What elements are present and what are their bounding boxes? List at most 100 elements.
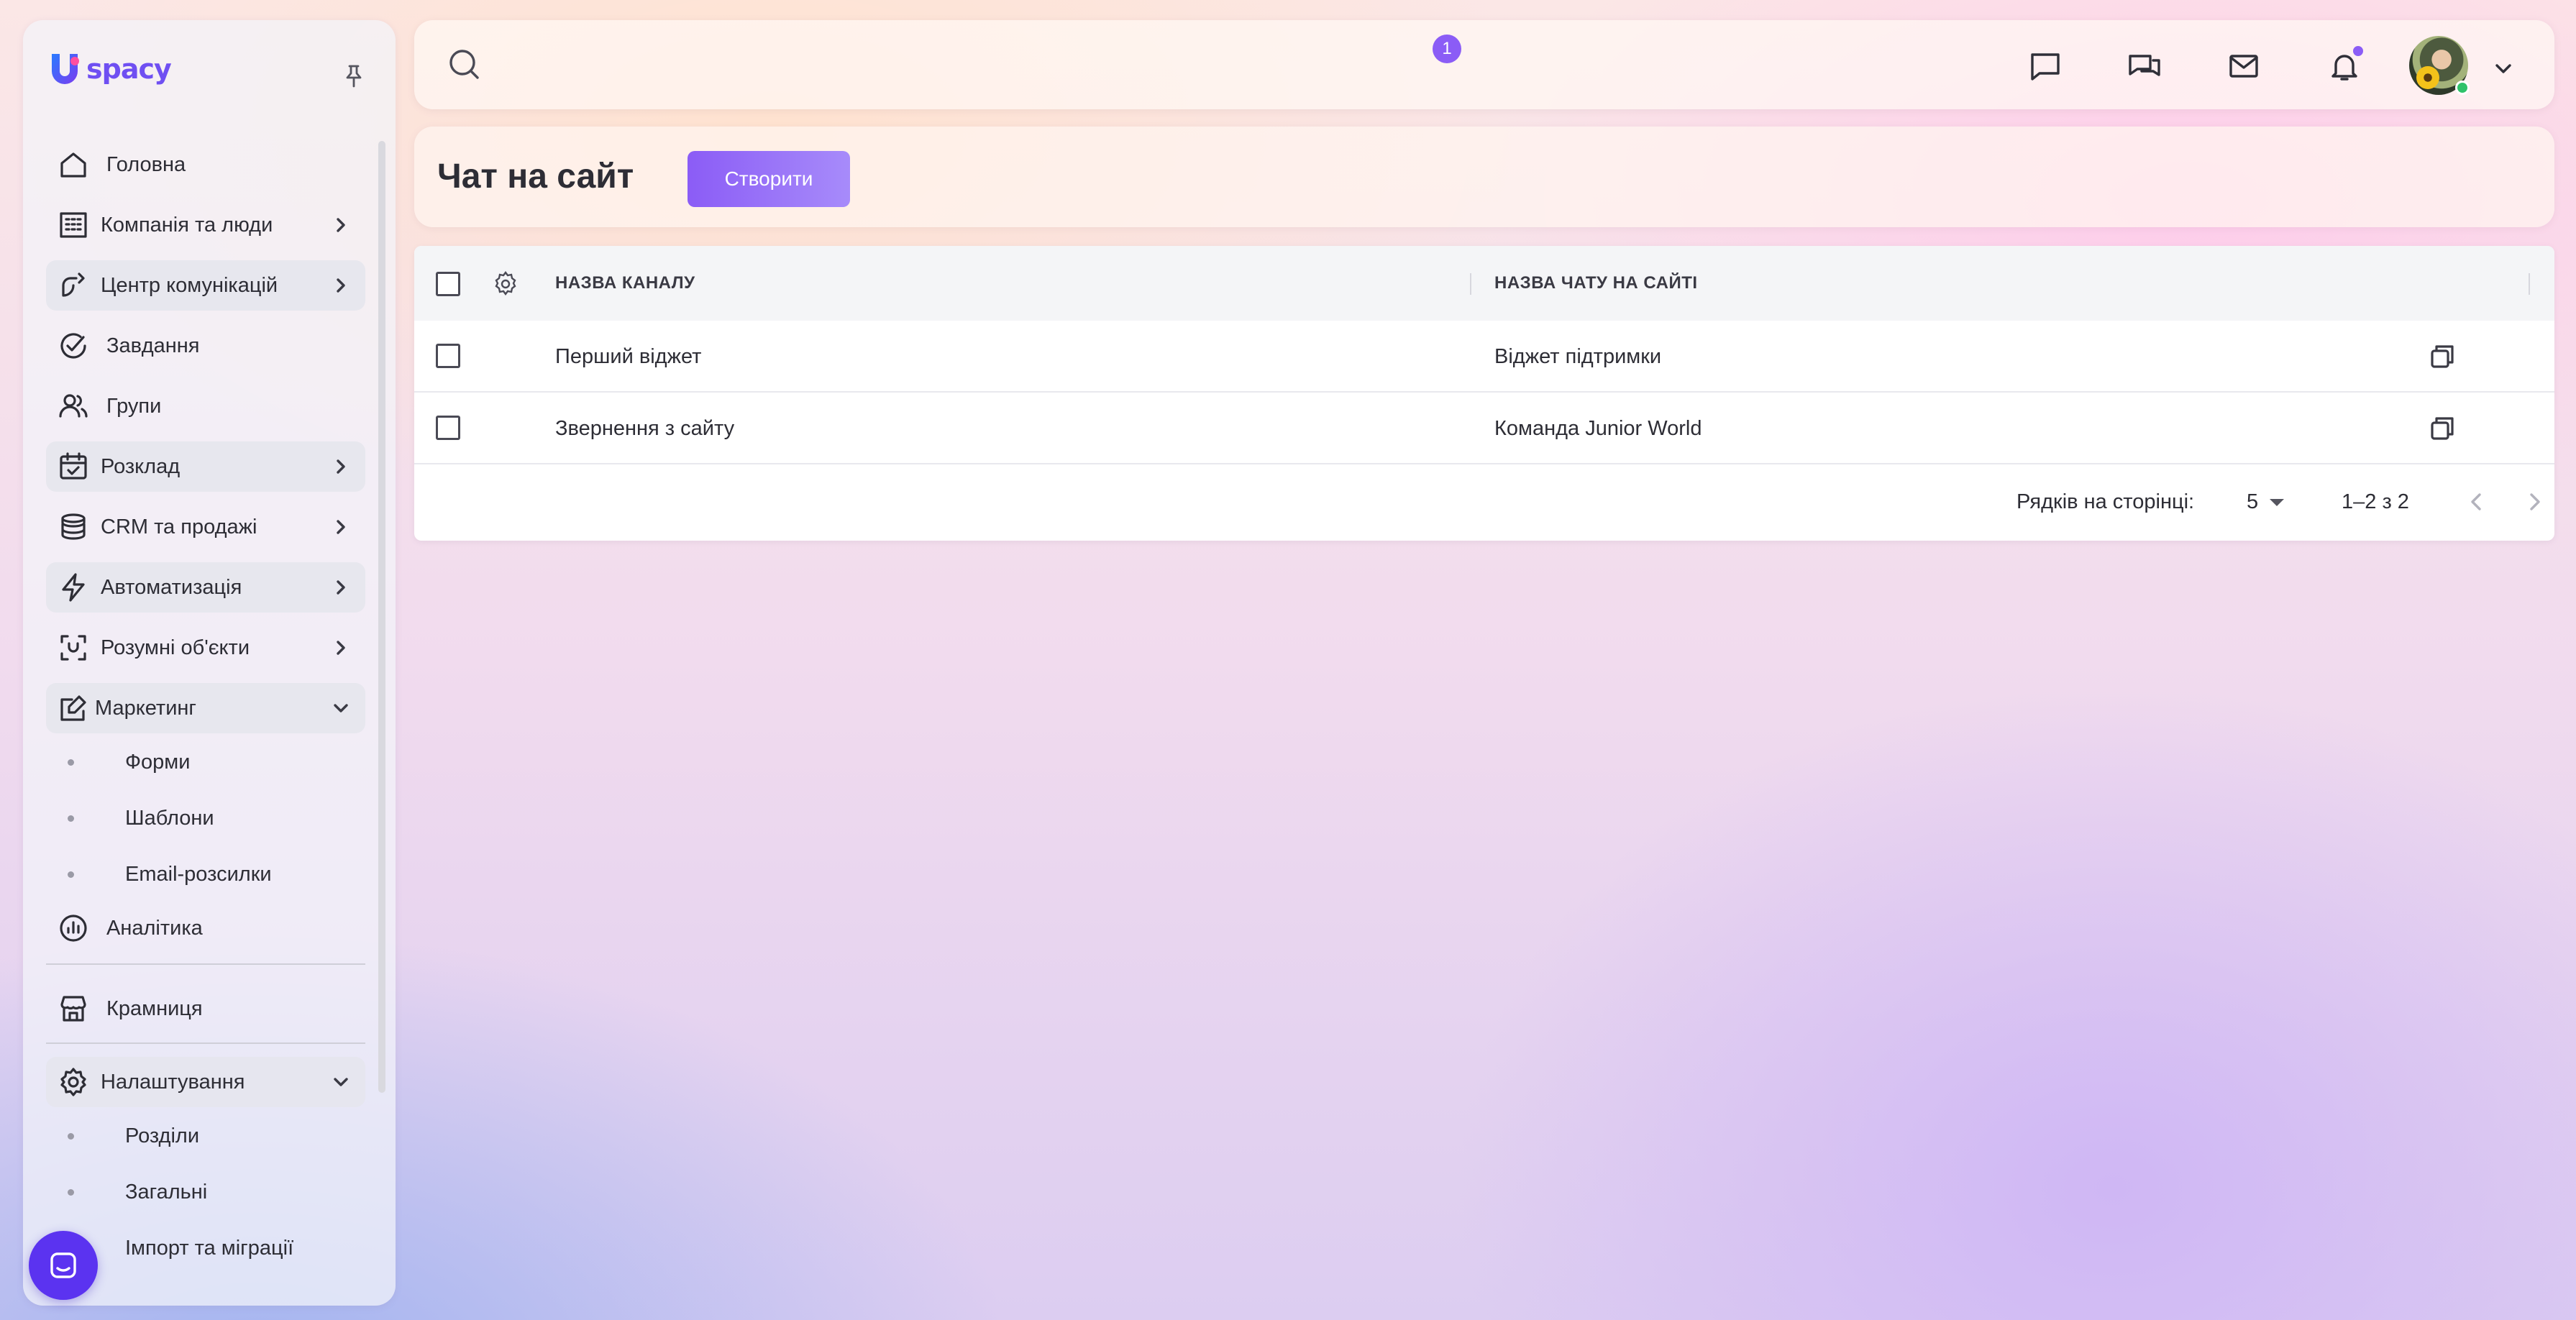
sidebar-item-label: Розклад	[101, 454, 181, 478]
sidebar-scrollbar[interactable]	[378, 141, 385, 1093]
sidebar-subitem-label: Імпорт та міграції	[125, 1236, 294, 1260]
users-icon	[56, 389, 91, 423]
sidebar-item-home[interactable]: Головна	[46, 139, 365, 190]
sidebar-item-label: Компанія та люди	[101, 213, 273, 237]
building-icon	[56, 208, 91, 242]
page-title: Чат на сайт	[437, 157, 634, 196]
mail-icon[interactable]	[2226, 49, 2261, 83]
channels-table: НАЗВА КАНАЛУ НАЗВА ЧАТУ НА САЙТІ Перший …	[414, 246, 2554, 541]
sidebar-subitem-label: Розділи	[125, 1124, 200, 1147]
chevron-right-icon	[331, 457, 351, 477]
chevron-left-icon	[2471, 493, 2481, 510]
sidebar-item-communications[interactable]: Центр комунікацій	[46, 260, 365, 311]
chat-widget-icon	[50, 1252, 76, 1278]
column-header-channel[interactable]: НАЗВА КАНАЛУ	[555, 273, 695, 293]
sidebar-subitem-email[interactable]: Email-розсилки	[46, 853, 365, 896]
analytics-icon	[56, 911, 91, 945]
row-checkbox[interactable]	[436, 344, 460, 368]
message-icon[interactable]	[2028, 49, 2063, 83]
search-icon[interactable]	[446, 46, 483, 83]
chevron-right-icon	[2530, 493, 2540, 510]
sidebar-item-tasks[interactable]: Завдання	[46, 321, 365, 371]
bullet-dot	[68, 1132, 74, 1140]
sidebar-item-company[interactable]: Компанія та люди	[46, 200, 365, 250]
communications-icon	[56, 268, 91, 303]
sidebar-subitem-forms[interactable]: Форми	[46, 741, 365, 784]
pagination: Рядків на сторінці: 5 1–2 з 2	[414, 466, 2554, 538]
calendar-icon	[56, 449, 91, 484]
bullet-dot	[68, 758, 74, 766]
bolt-icon	[56, 570, 91, 605]
sidebar-item-smart-objects[interactable]: Розумні об'єкти	[46, 623, 365, 673]
bullet-dot	[68, 815, 74, 822]
sidebar-item-label: Розумні об'єкти	[101, 636, 250, 659]
chevron-right-icon	[331, 638, 351, 658]
select-all-checkbox[interactable]	[436, 272, 460, 296]
copy-icon[interactable]	[2428, 414, 2457, 443]
sidebar-item-label: CRM та продажі	[101, 515, 257, 538]
rows-per-page-value: 5	[2247, 490, 2259, 513]
notification-dot	[2353, 46, 2363, 56]
copy-icon[interactable]	[2428, 342, 2457, 371]
table-row[interactable]: Звернення з сайту Команда Junior World	[414, 393, 2554, 464]
sidebar-subitem-general[interactable]: Загальні	[46, 1170, 365, 1214]
sidebar-item-automation[interactable]: Автоматизація	[46, 562, 365, 613]
sidebar-item-label: Аналітика	[106, 916, 203, 940]
sidebar-item-schedule[interactable]: Розклад	[46, 441, 365, 492]
support-chat-button[interactable]	[29, 1231, 98, 1300]
table-row[interactable]: Перший віджет Віджет підтримки	[414, 321, 2554, 393]
pin-icon[interactable]	[339, 62, 368, 91]
sidebar-subitem-label: Загальні	[125, 1180, 208, 1204]
cell-chat-name: Віджет підтримки	[1494, 345, 1662, 368]
chevron-right-icon	[331, 577, 351, 597]
sidebar-item-store[interactable]: Крамниця	[46, 984, 365, 1034]
sidebar-item-crm[interactable]: CRM та продажі	[46, 502, 365, 552]
chevron-down-icon[interactable]	[2493, 58, 2514, 79]
sidebar-item-label: Завдання	[106, 334, 200, 357]
rows-per-page-label: Рядків на сторінці:	[2017, 490, 2195, 513]
sidebar-item-label: Автоматизація	[101, 575, 242, 599]
sidebar-divider	[46, 1042, 365, 1044]
sidebar-subitem-templates[interactable]: Шаблони	[46, 797, 365, 840]
sidebar-divider	[46, 963, 365, 965]
sidebar-subitem-label: Форми	[125, 750, 191, 774]
sidebar-item-label: Крамниця	[106, 996, 203, 1020]
sidebar-subitem-label: Email-розсилки	[125, 862, 272, 886]
settings-icon	[56, 1065, 91, 1099]
chevron-down-icon	[331, 1072, 351, 1092]
sidebar-item-label: Маркетинг	[95, 696, 196, 720]
caret-down-icon	[2270, 498, 2285, 506]
column-header-chat-name[interactable]: НАЗВА ЧАТУ НА САЙТІ	[1494, 273, 1698, 293]
column-separator[interactable]	[1470, 273, 1471, 295]
create-button[interactable]: Створити	[688, 151, 850, 207]
smart-objects-icon	[56, 631, 91, 665]
pagination-range: 1–2 з 2	[2342, 490, 2409, 513]
cell-channel: Звернення з сайту	[555, 417, 735, 440]
sidebar-subitem-sections[interactable]: Розділи	[46, 1114, 365, 1158]
gear-icon[interactable]	[492, 270, 519, 298]
topbar: 1	[414, 20, 2554, 109]
rows-per-page-select[interactable]: 5	[2247, 490, 2285, 514]
chats-icon[interactable]	[2127, 49, 2162, 83]
sidebar-item-settings[interactable]: Налаштування	[46, 1057, 365, 1107]
page-header: Чат на сайт Створити	[414, 127, 2554, 227]
prev-page-button[interactable]	[2464, 489, 2490, 515]
bullet-dot	[68, 871, 74, 878]
logo-text: spacy	[86, 53, 172, 85]
sidebar-item-groups[interactable]: Групи	[46, 381, 365, 431]
row-checkbox[interactable]	[436, 416, 460, 440]
chevron-right-icon	[331, 215, 351, 235]
bullet-dot	[68, 1188, 74, 1196]
marketing-icon	[56, 691, 91, 725]
sidebar-subitem-label: Шаблони	[125, 806, 214, 830]
logo[interactable]: spacy	[46, 47, 172, 91]
online-status-dot	[2455, 81, 2470, 95]
sidebar-item-analytics[interactable]: Аналітика	[46, 903, 365, 953]
store-icon	[56, 991, 91, 1026]
column-separator[interactable]	[2529, 273, 2530, 295]
next-page-button[interactable]	[2521, 489, 2547, 515]
chat-badge: 1	[1433, 35, 1461, 63]
cell-chat-name: Команда Junior World	[1494, 417, 1702, 440]
cell-channel: Перший віджет	[555, 345, 702, 368]
sidebar-item-marketing[interactable]: Маркетинг	[46, 683, 365, 733]
